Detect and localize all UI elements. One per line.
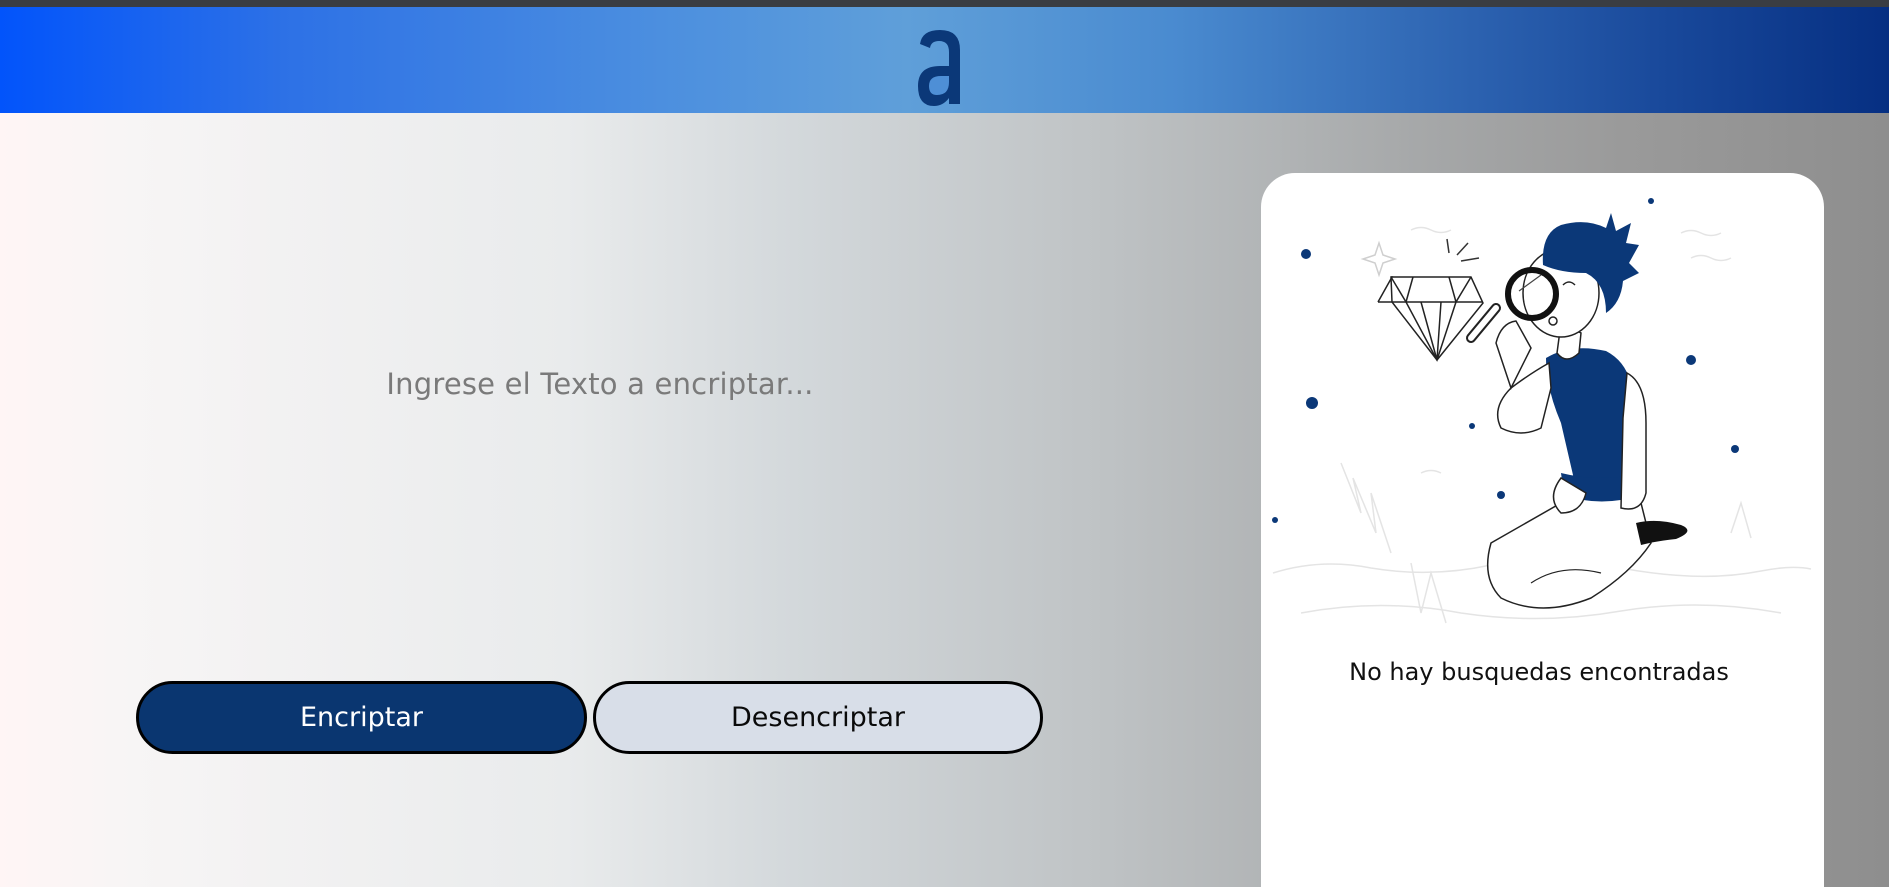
result-panel: No hay busquedas encontradas [1261, 173, 1824, 887]
window-top-strip [0, 0, 1889, 7]
search-illustration-icon [1272, 198, 1812, 624]
app-header [0, 7, 1889, 113]
encrypt-button[interactable]: Encriptar [136, 681, 587, 754]
text-input[interactable] [120, 330, 1080, 487]
decrypt-button[interactable]: Desencriptar [593, 681, 1043, 754]
alura-logo-icon [918, 30, 960, 106]
empty-results-message: No hay busquedas encontradas [1349, 658, 1729, 686]
